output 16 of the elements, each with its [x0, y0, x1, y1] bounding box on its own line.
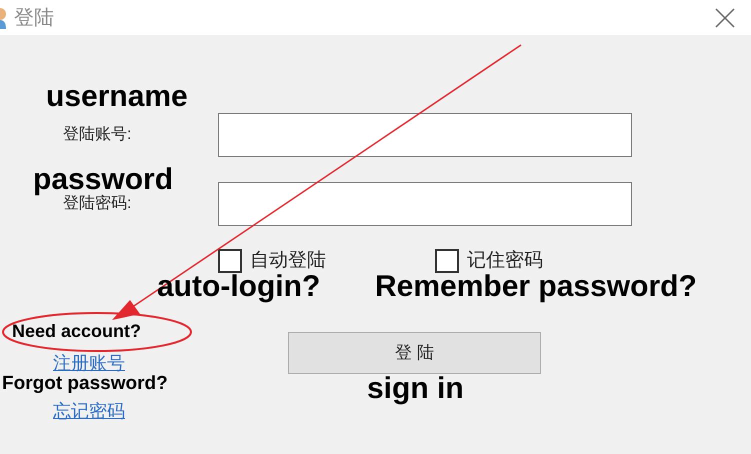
input-field[interactable] — [218, 182, 632, 226]
checkbox[interactable] — [435, 249, 459, 274]
link[interactable]: 忘记密码 — [53, 400, 125, 422]
window-title: 登陆 — [14, 6, 54, 30]
annotation-label: sign in — [367, 374, 464, 404]
annotation-label: Need account? — [12, 322, 142, 340]
field-label: 登陆密码: — [63, 194, 132, 214]
close-icon[interactable] — [715, 8, 735, 28]
annotation-label: password — [33, 165, 174, 195]
link[interactable]: 注册账号 — [53, 352, 125, 374]
annotation-label: Forgot password? — [2, 374, 168, 393]
input-field[interactable] — [218, 113, 632, 157]
login-button[interactable]: 登 陆 — [288, 332, 541, 374]
annotation-label: username — [46, 82, 188, 112]
field-label: 登陆账号: — [62, 124, 132, 145]
checkbox[interactable] — [218, 249, 242, 274]
